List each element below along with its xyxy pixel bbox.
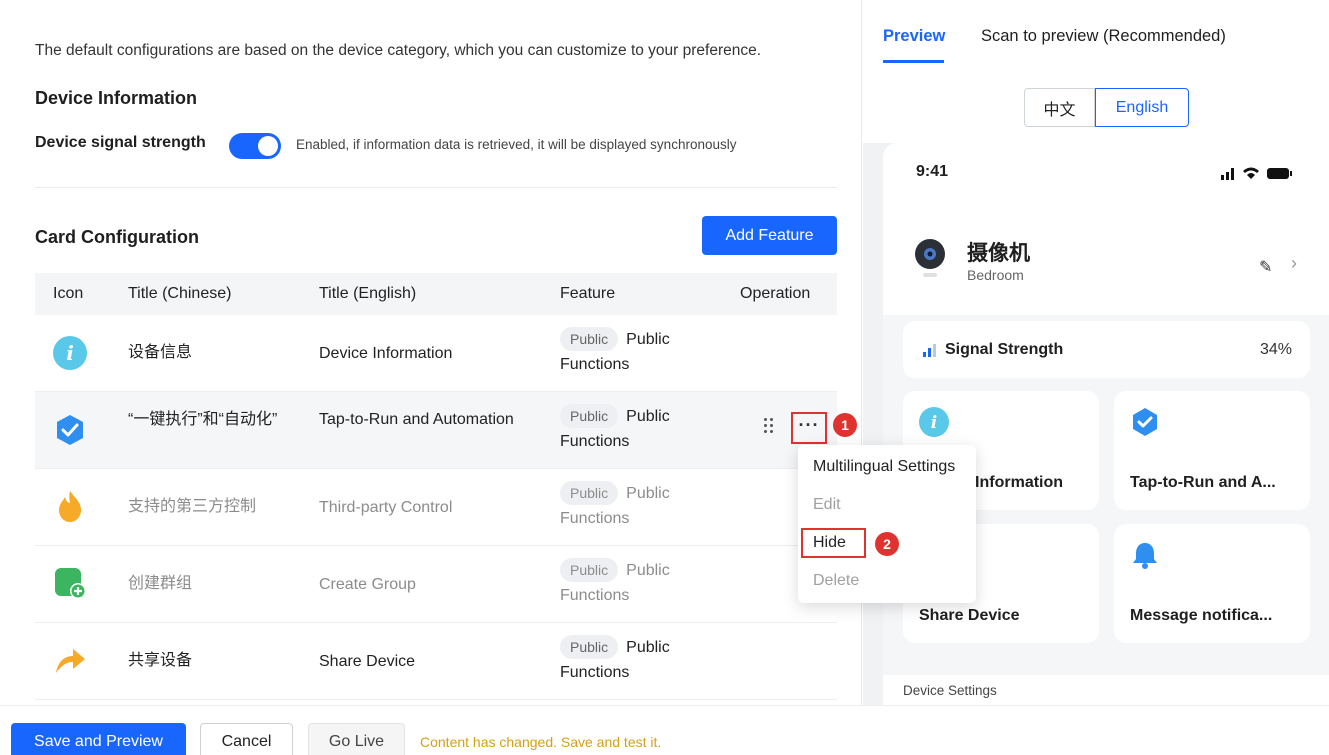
table-row: 支持的第三方控制 Third-party Control Public Publi… xyxy=(35,469,837,546)
menu-item-delete[interactable]: Delete xyxy=(813,572,859,590)
col-title-en: Title (English) xyxy=(319,285,417,302)
public-tag: Public xyxy=(560,327,619,351)
title-cn: 共享设备 xyxy=(128,652,193,669)
title-en: Share Device xyxy=(319,653,416,670)
title-en: Create Group xyxy=(319,576,416,593)
title-cn: 设备信息 xyxy=(128,344,193,361)
device-settings-label: Device Settings xyxy=(903,683,997,698)
svg-text:i: i xyxy=(931,413,937,433)
tab-preview[interactable]: Preview xyxy=(883,27,945,46)
title-cn: 支持的第三方控制 xyxy=(128,498,257,515)
camera-device-icon xyxy=(915,239,945,277)
go-live-button[interactable]: Go Live xyxy=(308,723,405,755)
tile-tap-to-run[interactable]: Tap-to-Run and A... xyxy=(1114,391,1310,510)
feature-cell: Public Public Functions xyxy=(560,404,720,454)
signal-strength-toggle[interactable] xyxy=(229,133,281,159)
card-config-title: Card Configuration xyxy=(35,227,199,247)
col-title-cn: Title (Chinese) xyxy=(128,285,232,302)
info-icon: i xyxy=(53,336,87,370)
public-tag: Public xyxy=(560,481,619,505)
table-row: 共享设备 Share Device Public Public Functions xyxy=(35,623,837,700)
step-badge-2: 2 xyxy=(875,532,899,556)
language-switch: 中文 English xyxy=(863,63,1329,143)
content-changed-message: Content has changed. Save and test it. xyxy=(420,734,662,750)
title-en: Third-party Control xyxy=(319,499,453,516)
preview-tabs: Preview Scan to preview (Recommended) xyxy=(863,0,1329,63)
bottom-action-bar: Save and Preview Cancel Go Live Content … xyxy=(0,705,1329,755)
public-tag: Public xyxy=(560,404,619,428)
phone-preview: 9:41 摄像机 Bedroom ✎ › Signal Strength 34%… xyxy=(883,143,1329,705)
title-cn: 创建群组 xyxy=(128,575,193,592)
feature-cell: Public Public Functions xyxy=(560,327,720,377)
bell-icon xyxy=(1133,543,1157,569)
signal-strength-value: 34% xyxy=(1259,341,1292,358)
table-row: “一键执行”和“自动化” Tap-to-Run and Automation P… xyxy=(35,392,857,469)
status-time: 9:41 xyxy=(916,163,949,180)
edit-pencil-icon[interactable]: ✎ xyxy=(1259,257,1272,277)
drag-handle[interactable] xyxy=(764,418,776,436)
signal-strength-label: Device signal strength xyxy=(35,134,206,151)
title-cn: “一键执行”和“自动化” xyxy=(128,411,278,428)
config-panel: The default configurations are based on … xyxy=(0,0,862,705)
col-icon: Icon xyxy=(53,285,84,302)
device-info-title: Device Information xyxy=(35,88,198,108)
save-and-preview-button[interactable]: Save and Preview xyxy=(11,723,186,755)
col-feature: Feature xyxy=(560,285,616,302)
tile-message-notification[interactable]: Message notifica... xyxy=(1114,524,1310,643)
public-tag: Public xyxy=(560,635,619,659)
status-bar-icons xyxy=(1221,167,1292,180)
lang-chinese-button[interactable]: 中文 xyxy=(1024,88,1095,127)
device-room: Bedroom xyxy=(967,267,1024,283)
cancel-button[interactable]: Cancel xyxy=(200,723,293,755)
public-tag: Public xyxy=(560,558,619,582)
chevron-right-icon[interactable]: › xyxy=(1291,253,1297,274)
col-operation: Operation xyxy=(740,285,811,302)
step-badge-1: 1 xyxy=(833,413,857,437)
feature-cell: Public Public Functions xyxy=(560,481,720,531)
divider xyxy=(35,187,837,188)
svg-text:i: i xyxy=(66,341,74,365)
signal-strength-label: Signal Strength xyxy=(945,341,1064,358)
shield-check-icon xyxy=(1133,408,1157,436)
share-arrow-icon xyxy=(56,649,85,673)
lang-english-button[interactable]: English xyxy=(1095,88,1189,127)
feature-cell: Public Public Functions xyxy=(560,558,720,608)
more-options-button[interactable]: ··· xyxy=(791,412,827,444)
title-en: Tap-to-Run and Automation xyxy=(319,411,514,428)
menu-item-multilingual[interactable]: Multilingual Settings xyxy=(813,458,955,476)
title-en: Device Information xyxy=(319,345,453,362)
menu-item-edit[interactable]: Edit xyxy=(813,496,841,514)
table-row: i 设备信息 Device Information Public Public F… xyxy=(35,315,837,392)
signal-strength-desc: Enabled, if information data is retrieve… xyxy=(296,137,737,152)
add-feature-button[interactable]: Add Feature xyxy=(702,216,837,255)
device-title: 摄像机 xyxy=(967,242,1030,265)
phone-header: 9:41 摄像机 Bedroom ✎ › xyxy=(883,143,1329,315)
shield-check-icon xyxy=(57,415,83,445)
operation-menu: Multilingual Settings Edit Hide Delete 2 xyxy=(798,445,976,603)
feature-cell: Public Public Functions xyxy=(560,635,720,685)
device-settings-section: Device Settings xyxy=(883,675,1329,705)
intro-text: The default configurations are based on … xyxy=(35,42,762,59)
group-add-icon xyxy=(55,568,86,599)
menu-item-hide[interactable]: Hide xyxy=(813,534,846,552)
signal-bars-icon xyxy=(923,344,936,357)
tile-label: Message notifica... xyxy=(1130,607,1273,624)
tile-label: Tap-to-Run and A... xyxy=(1130,474,1276,491)
info-icon: i xyxy=(919,407,949,437)
flame-icon xyxy=(59,491,81,522)
table-header: Icon Title (Chinese) Title (English) Fea… xyxy=(35,273,837,315)
signal-strength-card: Signal Strength 34% xyxy=(903,321,1310,378)
tab-scan-preview[interactable]: Scan to preview (Recommended) xyxy=(981,27,1226,46)
table-row: 创建群组 Create Group Public Public Functions xyxy=(35,546,837,623)
tile-label: Share Device xyxy=(919,607,1020,624)
